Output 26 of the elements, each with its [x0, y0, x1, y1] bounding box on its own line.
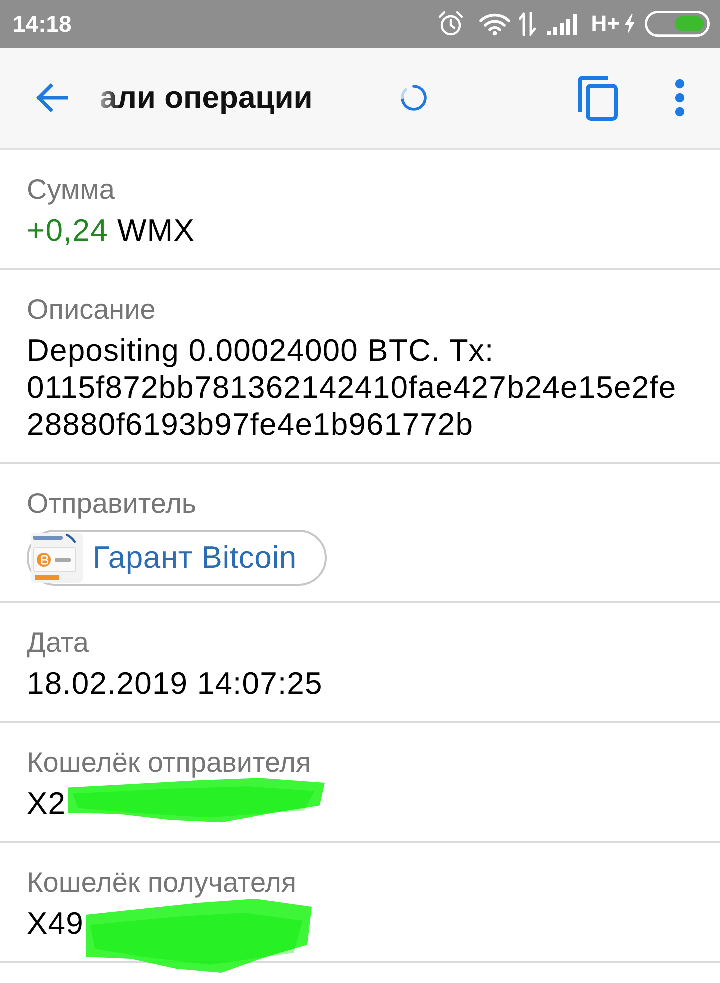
currency-label: WMX	[117, 212, 196, 249]
field-label: Сумма	[27, 174, 116, 206]
field-value: Depositing 0.00024000 BTC. Tx: 0115f872bb781362142410fae427b24e15e2fe28880f6193b97fe4e1b961772b	[27, 332, 678, 443]
amount-value: +0,24	[27, 212, 108, 249]
field-label: Дата	[27, 627, 90, 659]
more-icon	[674, 79, 686, 117]
field-label: Отправитель	[27, 488, 198, 520]
screen-title: али операции	[100, 79, 314, 117]
field-value: 18.02.2019 14:07:25	[27, 665, 323, 702]
back-arrow-icon	[36, 83, 68, 113]
field-label: Описание	[27, 294, 157, 326]
field-label: Кошелёк получателя	[27, 867, 298, 899]
sender-chip[interactable]: Гарант Bitcoin	[27, 530, 327, 586]
field-value: X49	[27, 905, 84, 942]
wifi-icon	[479, 12, 512, 36]
alarm-clock-icon	[438, 11, 464, 37]
copy-icon	[577, 75, 619, 121]
sender-logo-icon	[31, 533, 83, 583]
charging-bolt-icon	[625, 14, 635, 34]
field-value: X2	[27, 785, 66, 822]
data-arrows-icon	[519, 12, 536, 36]
signal-icon	[547, 13, 578, 35]
battery-icon	[645, 11, 710, 37]
network-type: H+	[591, 11, 620, 37]
field-label: Кошелёк отправителя	[27, 747, 312, 779]
status-time: 14:18	[13, 10, 72, 38]
